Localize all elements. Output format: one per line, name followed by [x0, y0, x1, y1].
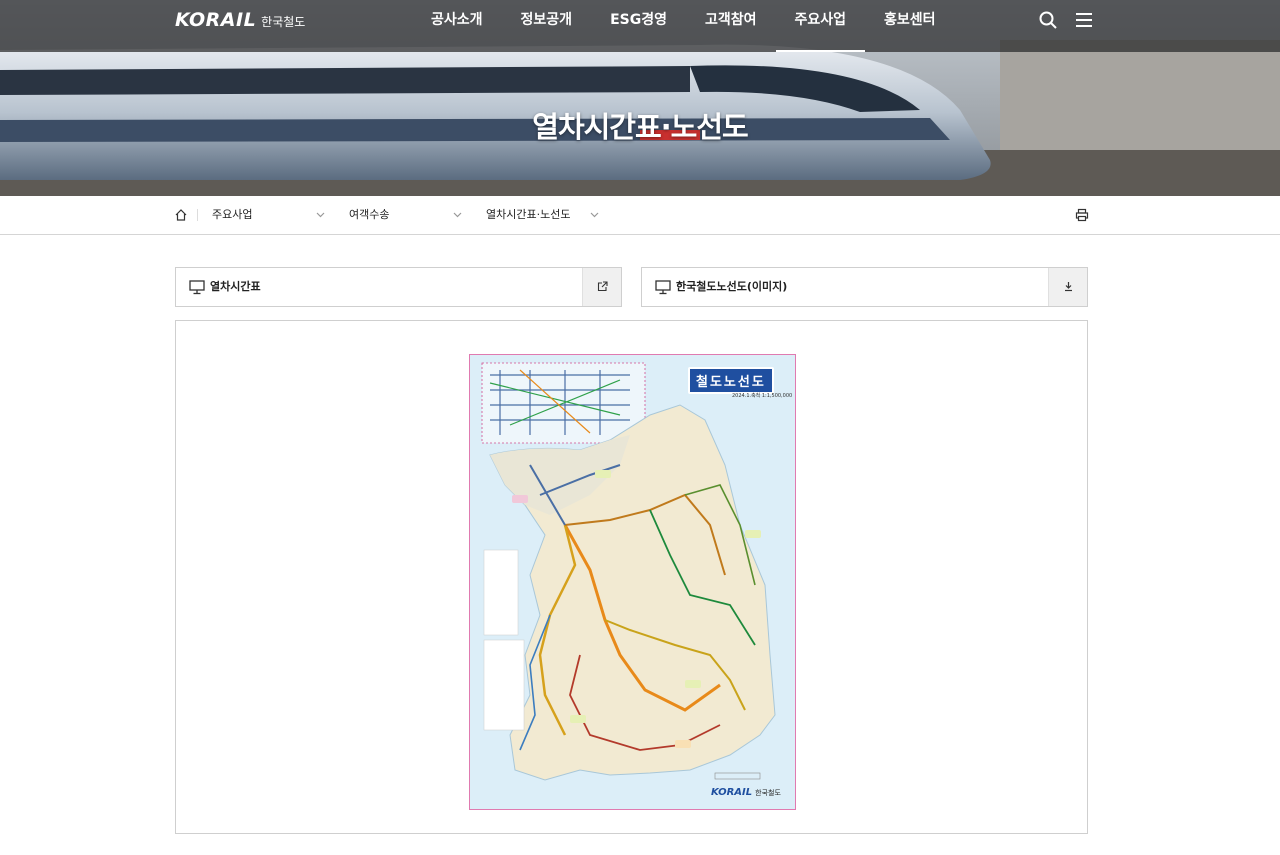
download-button[interactable]: [1048, 268, 1087, 306]
menu-icon[interactable]: [1074, 10, 1094, 30]
logo-sub-text: 한국철도: [261, 15, 306, 29]
chevron-down-icon[interactable]: [316, 210, 325, 219]
logo-text: KORAIL: [175, 9, 257, 31]
external-link-button[interactable]: [582, 268, 621, 306]
page-title: 열차시간표·노선도: [532, 110, 748, 144]
railway-map-graphic: [470, 355, 795, 809]
breadcrumb-item-timetable[interactable]: 열차시간표·노선도: [486, 196, 570, 234]
nav-item-info[interactable]: 정보공개: [502, 0, 592, 52]
top-navigation-bar: KORAIL 한국철도 공사소개 정보공개 ESG경영 고객참여 주요사업 홍보…: [0, 0, 1280, 52]
breadcrumb: 주요사업 여객수송 열차시간표·노선도: [0, 196, 1280, 235]
route-map-download-box[interactable]: 한국철도노선도(이미지): [641, 267, 1088, 307]
chevron-down-icon[interactable]: [453, 210, 462, 219]
nav-item-customer[interactable]: 고객참여: [686, 0, 776, 52]
nav-item-pr[interactable]: 홍보센터: [865, 0, 955, 52]
korail-logo[interactable]: KORAIL 한국철도: [175, 9, 305, 31]
map-logo-text: KORAIL: [711, 787, 753, 798]
chevron-down-icon[interactable]: [590, 210, 599, 219]
route-map-frame: 철도노선도 2024.1.축척 1:1,500,000 KORAIL 한국철도: [175, 320, 1088, 834]
download-icon: [1065, 282, 1072, 292]
main-nav: 공사소개 정보공개 ESG경영 고객참여 주요사업 홍보센터: [412, 0, 955, 52]
map-scale-text: 2024.1.축척 1:1,500,000: [732, 393, 793, 399]
map-title: 철도노선도: [688, 367, 774, 394]
print-icon[interactable]: [1075, 208, 1089, 222]
korea-railway-map-image[interactable]: 철도노선도 2024.1.축척 1:1,500,000 KORAIL 한국철도: [469, 354, 796, 810]
breadcrumb-item-business[interactable]: 주요사업: [212, 196, 252, 234]
nav-item-company[interactable]: 공사소개: [412, 0, 502, 52]
monitor-icon: [655, 280, 671, 295]
map-korail-logo: KORAIL 한국철도: [711, 787, 781, 798]
map-logo-sub-text: 한국철도: [755, 789, 781, 797]
timetable-link-label: 열차시간표: [210, 280, 261, 293]
nav-item-esg[interactable]: ESG경영: [591, 0, 686, 52]
nav-item-business[interactable]: 주요사업: [775, 0, 866, 52]
route-map-link-label: 한국철도노선도(이미지): [676, 280, 788, 293]
hero-banner: KORAIL 한국철도 공사소개 정보공개 ESG경영 고객참여 주요사업 홍보…: [0, 0, 1280, 196]
external-link-icon: [597, 281, 608, 292]
search-icon[interactable]: [1038, 10, 1058, 30]
timetable-link-box[interactable]: 열차시간표: [175, 267, 622, 307]
breadcrumb-divider: [197, 209, 198, 221]
breadcrumb-item-passenger[interactable]: 여객수송: [349, 196, 389, 234]
home-icon[interactable]: [174, 208, 188, 222]
monitor-icon: [189, 280, 205, 295]
